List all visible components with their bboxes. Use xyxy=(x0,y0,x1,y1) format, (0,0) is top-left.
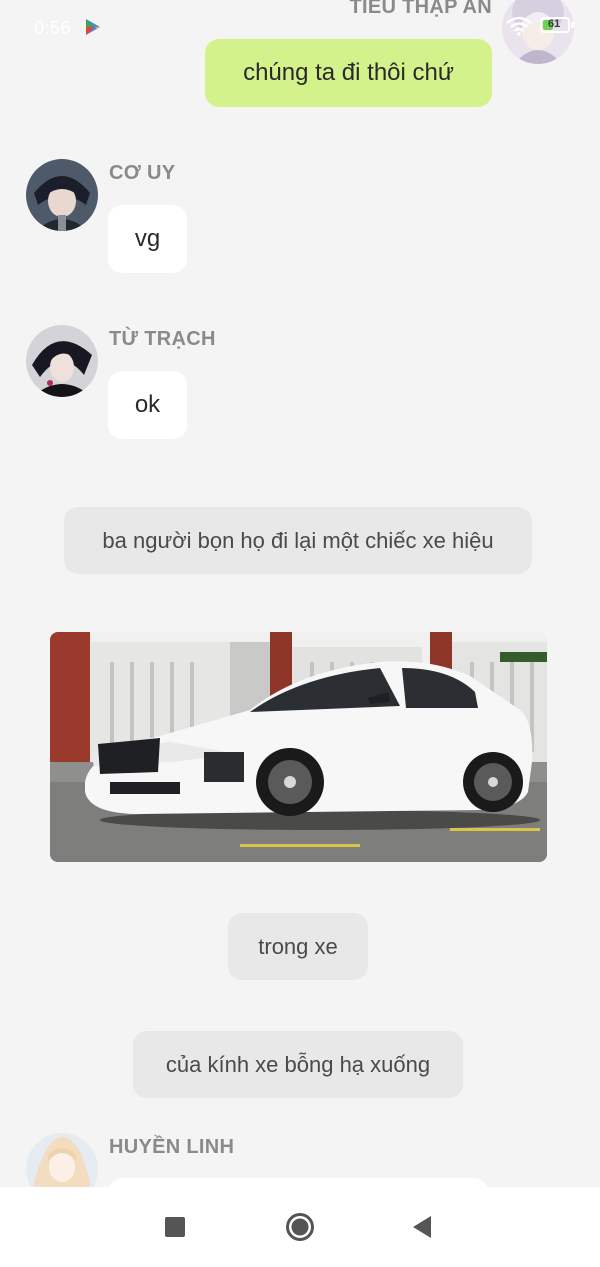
car-photo[interactable] xyxy=(50,632,547,862)
status-right: 61 xyxy=(506,16,576,36)
avatar-co-uy[interactable] xyxy=(26,159,98,231)
back-triangle-icon[interactable] xyxy=(411,1215,433,1239)
system-nav-bar xyxy=(0,1187,600,1267)
sender-name-co-uy: CƠ UY xyxy=(109,162,176,184)
play-store-icon xyxy=(86,19,100,35)
narration-bubble-3[interactable]: của kính xe bỗng hạ xuống xyxy=(133,1031,463,1098)
status-time: 0:56 xyxy=(34,18,72,38)
battery-level: 61 xyxy=(548,18,561,30)
message-bubble-co-uy[interactable]: vg xyxy=(108,205,187,273)
square-icon[interactable] xyxy=(165,1217,185,1237)
avatar-tu-trach[interactable] xyxy=(26,325,98,397)
status-bar: 0:56 61 xyxy=(0,0,600,56)
sender-name-tu-trach: TỪ TRẠCH xyxy=(109,328,216,350)
sender-name-huyen-linh: HUYỀN LINH xyxy=(109,1136,235,1158)
narration-bubble-2[interactable]: trong xe xyxy=(228,913,368,980)
battery-icon: 61 xyxy=(540,17,576,35)
chat-screen: 0:56 61 TIỂU THẬP AN chúng ta đi thôi ch… xyxy=(0,0,600,1267)
narration-bubble-1[interactable]: ba người bọn họ đi lại một chiếc xe hiệu xyxy=(64,507,532,574)
wifi-icon xyxy=(506,16,532,36)
home-circle-icon[interactable] xyxy=(285,1212,315,1242)
message-bubble-tu-trach[interactable]: ok xyxy=(108,371,187,439)
